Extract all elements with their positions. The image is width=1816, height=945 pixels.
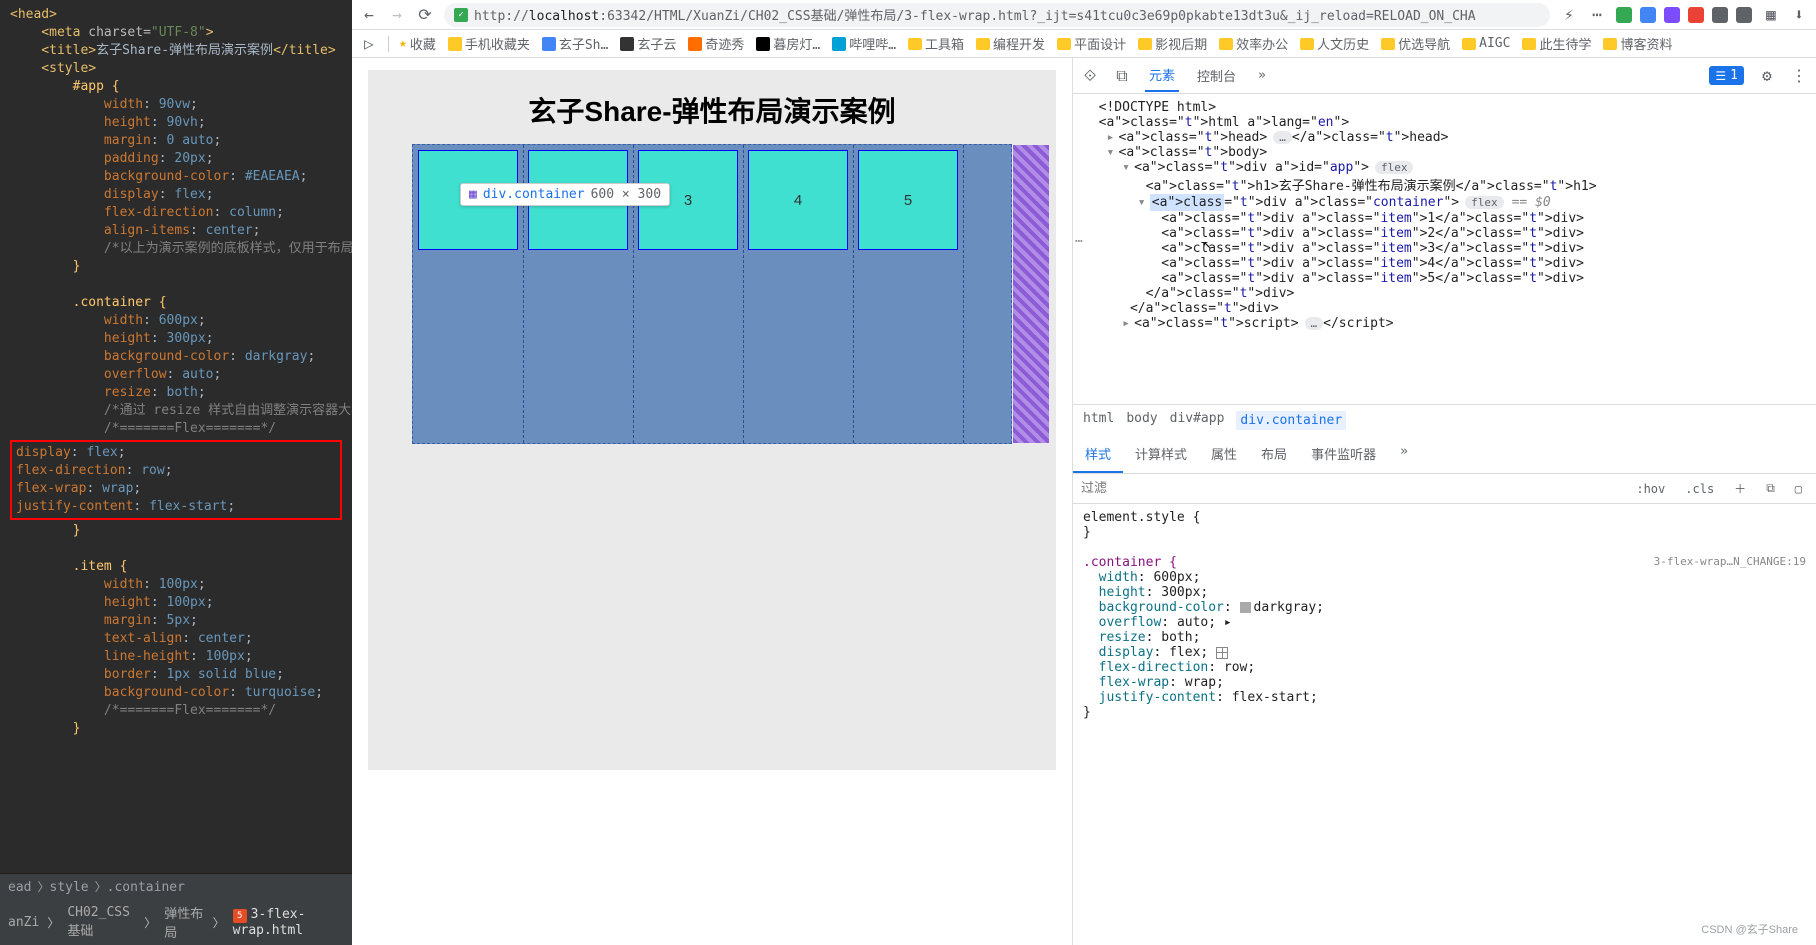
- reload-icon[interactable]: ⟳: [416, 6, 434, 24]
- bookmark-item[interactable]: 效率办公: [1219, 34, 1288, 53]
- bookmark-item[interactable]: AIGC: [1462, 34, 1510, 53]
- browser-toolbar: ← → ⟳ ✓ http://localhost:63342/HTML/Xuan…: [352, 0, 1816, 30]
- tab-computed[interactable]: 计算样式: [1123, 436, 1199, 473]
- bookmark-item[interactable]: 哔哩哔…: [832, 34, 896, 53]
- dom-tree[interactable]: ⋯ ↖ <!DOCTYPE html> <a">class="t">html a…: [1073, 94, 1816, 404]
- extensions: [1616, 7, 1752, 23]
- tab-listeners[interactable]: 事件监听器: [1299, 436, 1388, 473]
- hov-button[interactable]: :hov: [1630, 480, 1671, 498]
- back-icon[interactable]: ←: [360, 6, 378, 24]
- apps-icon[interactable]: ▦: [1762, 6, 1780, 24]
- inspect-icon[interactable]: ⟐: [1081, 67, 1099, 85]
- filter-input[interactable]: [1081, 481, 1622, 496]
- bookmark-item[interactable]: 优选导航: [1381, 34, 1450, 53]
- cursor-icon: ↖: [1203, 236, 1211, 252]
- bookmark-item[interactable]: 暮房灯…: [756, 34, 820, 53]
- dom-row-actions[interactable]: ⋯: [1075, 234, 1083, 249]
- styles-panel-icon[interactable]: ⧉: [1760, 479, 1781, 498]
- demo-app: 玄子Share-弹性布局演示案例 12345: [368, 70, 1056, 770]
- url-bar[interactable]: ✓ http://localhost:63342/HTML/XuanZi/CH0…: [444, 3, 1550, 27]
- extension-icon[interactable]: [1712, 7, 1728, 23]
- tab-props[interactable]: 属性: [1199, 436, 1249, 473]
- bookmark-item[interactable]: 影视后期: [1138, 34, 1207, 53]
- tab-styles[interactable]: 样式: [1073, 436, 1123, 473]
- bookmark-item[interactable]: 平面设计: [1057, 34, 1126, 53]
- watermark: CSDN @玄子Share: [1701, 921, 1798, 937]
- more-icon[interactable]: ⋯: [1588, 6, 1606, 24]
- extension-icon[interactable]: [1736, 7, 1752, 23]
- demo-heading: 玄子Share-弹性布局演示案例: [528, 90, 895, 130]
- cls-button[interactable]: .cls: [1679, 480, 1720, 498]
- bookmark-item[interactable]: 玄子云: [620, 34, 676, 53]
- tab-overflow[interactable]: »: [1388, 436, 1420, 473]
- device-icon[interactable]: ⧉: [1113, 67, 1131, 85]
- inspect-tooltip: ▦ div.container 600 × 300: [460, 183, 670, 206]
- flex-badge-icon: ▦: [469, 187, 477, 202]
- bookmarks-bar: ▷ ★收藏手机收藏夹玄子Sh… 玄子云奇迹秀暮房灯… 哔哩哔… 工具箱编程开发平面设计…: [352, 30, 1816, 58]
- read-icon[interactable]: ▷: [360, 35, 378, 53]
- extension-icon[interactable]: [1664, 7, 1680, 23]
- kebab-icon[interactable]: ⋮: [1790, 67, 1808, 85]
- issues-badge[interactable]: ☰ 1: [1709, 66, 1744, 85]
- bookmark-item[interactable]: 博客资料: [1603, 34, 1672, 53]
- new-rule-icon[interactable]: ＋: [1728, 478, 1752, 499]
- download-icon[interactable]: ⬇: [1790, 6, 1808, 24]
- demo-item: 4: [748, 150, 848, 250]
- devtools-tabs: ⟐ ⧉ 元素 控制台 » ☰ 1 ⚙ ⋮: [1073, 58, 1816, 94]
- gear-icon[interactable]: ⚙: [1758, 67, 1776, 85]
- tab-elements[interactable]: 元素: [1145, 59, 1179, 92]
- bookmark-item[interactable]: 人文历史: [1300, 34, 1369, 53]
- bookmark-item[interactable]: ★收藏: [399, 34, 436, 53]
- css-rules[interactable]: element.style {}3-flex-wrap…N_CHANGE:19.…: [1073, 504, 1816, 945]
- tab-more[interactable]: »: [1254, 62, 1270, 89]
- extension-icon[interactable]: [1616, 7, 1632, 23]
- page-viewport: 玄子Share-弹性布局演示案例 12345 ▦ div.container 6…: [352, 58, 1072, 945]
- resize-handle[interactable]: [1021, 429, 1049, 433]
- styles-filter: :hov .cls ＋ ⧉ ▢: [1073, 474, 1816, 504]
- forward-icon[interactable]: →: [388, 6, 406, 24]
- editor-path-bar[interactable]: anZi〉 CH02_CSS基础〉 弹性布局〉 53-flex-wrap.htm…: [0, 899, 352, 945]
- bookmark-item[interactable]: 此生待学: [1522, 34, 1591, 53]
- code-area[interactable]: <head> <meta charset="UTF-8"> <title>玄子S…: [0, 0, 352, 873]
- flash-icon[interactable]: ⚡: [1560, 6, 1578, 24]
- devtools: ⟐ ⧉ 元素 控制台 » ☰ 1 ⚙ ⋮ ⋯ ↖ <!DOCTYPE html>…: [1072, 58, 1816, 945]
- secure-icon: ✓: [454, 8, 468, 22]
- demo-item: 5: [858, 150, 958, 250]
- tab-layout[interactable]: 布局: [1249, 436, 1299, 473]
- styles-tabs: 样式 计算样式 属性 布局 事件监听器 »: [1073, 436, 1816, 474]
- dom-breadcrumbs[interactable]: html body div#app div.container: [1073, 404, 1816, 436]
- extension-icon[interactable]: [1640, 7, 1656, 23]
- editor-breadcrumbs[interactable]: ead〉style〉.container: [0, 873, 352, 899]
- browser-window: ← → ⟳ ✓ http://localhost:63342/HTML/Xuan…: [352, 0, 1816, 945]
- styles-panel-icon2[interactable]: ▢: [1789, 480, 1808, 498]
- bookmark-item[interactable]: 编程开发: [976, 34, 1045, 53]
- extension-icon[interactable]: [1688, 7, 1704, 23]
- tab-console[interactable]: 控制台: [1193, 60, 1240, 91]
- bookmark-item[interactable]: 工具箱: [908, 34, 964, 53]
- bookmark-item[interactable]: 奇迹秀: [688, 34, 744, 53]
- bookmark-item[interactable]: 玄子Sh…: [542, 34, 608, 53]
- bookmark-item[interactable]: 手机收藏夹: [448, 34, 530, 53]
- code-editor: <head> <meta charset="UTF-8"> <title>玄子S…: [0, 0, 352, 945]
